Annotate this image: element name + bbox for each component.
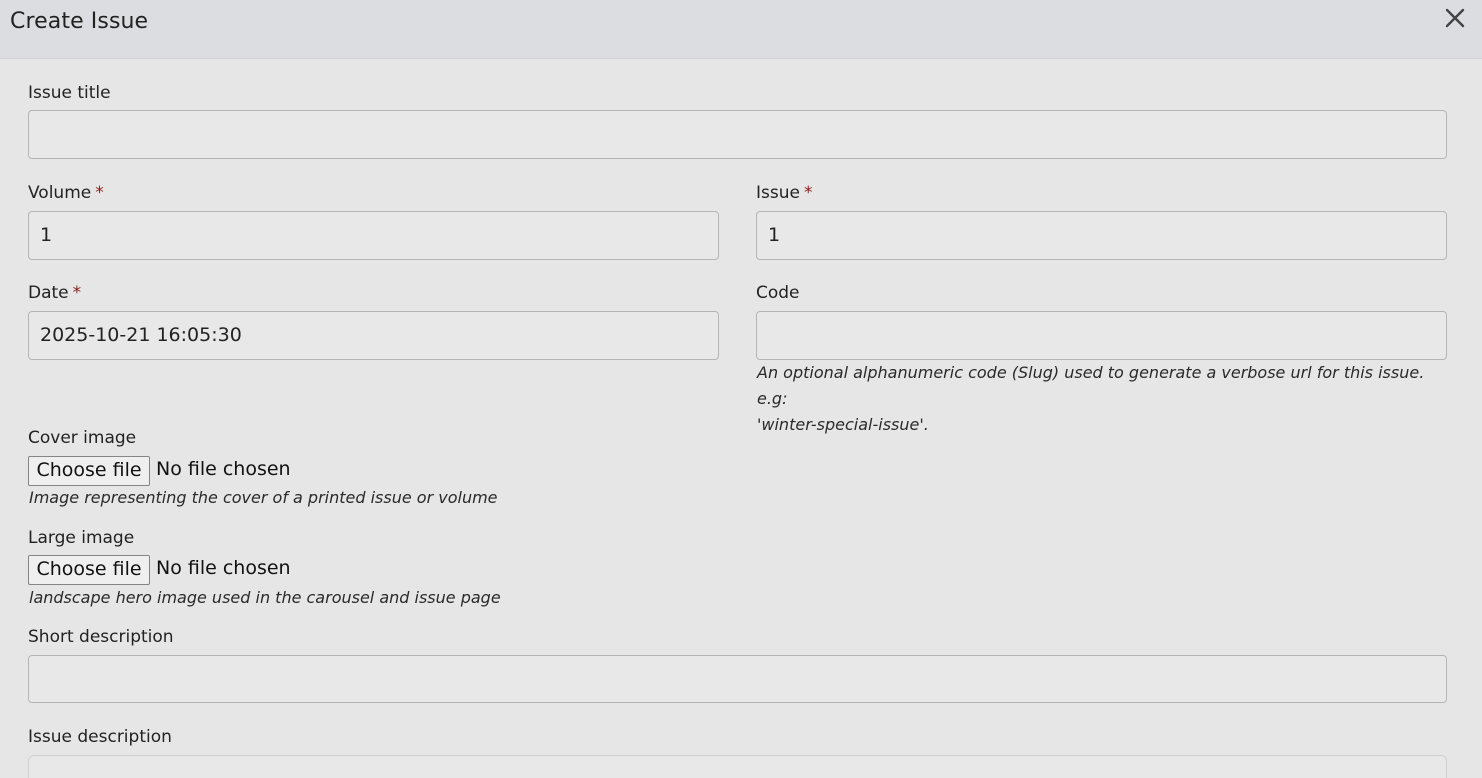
modal-header: Create Issue: [0, 0, 1482, 59]
cover-image-help-text: Image representing the cover of a printe…: [29, 488, 498, 507]
code-label: Code: [756, 283, 800, 303]
required-mark: *: [95, 183, 104, 203]
issue-title-label: Issue title: [28, 83, 111, 103]
cover-image-file-status: No file chosen: [156, 458, 291, 480]
code-label-text: Code: [756, 283, 800, 303]
required-mark: *: [72, 283, 82, 303]
close-icon: [1445, 8, 1465, 28]
large-image-label-text: Large image: [28, 528, 135, 548]
issue-label: Issue *: [756, 183, 812, 203]
large-image-file-status: No file chosen: [156, 557, 291, 579]
volume-label-text: Volume: [28, 183, 92, 203]
short-description-label: Short description: [28, 627, 174, 647]
close-button[interactable]: [1440, 4, 1470, 32]
required-mark: *: [803, 183, 813, 203]
issue-description-editor[interactable]: [28, 755, 1447, 778]
volume-input[interactable]: 1: [28, 211, 719, 260]
large-image-choose-file-button[interactable]: Choose file: [28, 555, 150, 585]
cover-image-label-text: Cover image: [28, 428, 137, 448]
issue-title-label-text: Issue title: [28, 83, 111, 103]
date-label-text: Date: [28, 283, 69, 303]
large-image-help-text: landscape hero image used in the carouse…: [29, 588, 501, 607]
issue-title-input[interactable]: [28, 110, 1447, 159]
cover-image-choose-file-button[interactable]: Choose file: [28, 456, 150, 486]
cover-image-label: Cover image: [28, 428, 136, 448]
code-help-line-1: An optional alphanumeric code (Slug) use…: [757, 363, 1425, 408]
issue-description-label: Issue description: [28, 727, 172, 747]
issue-number-input[interactable]: 1: [756, 211, 1447, 260]
date-label: Date *: [28, 283, 81, 303]
modal-title: Create Issue: [10, 9, 149, 34]
code-help-line-2: 'winter-special-issue'.: [757, 415, 929, 434]
short-description-label-text: Short description: [28, 627, 174, 647]
issue-label-text: Issue: [756, 183, 800, 203]
large-image-label: Large image: [28, 528, 134, 548]
volume-label: Volume *: [28, 183, 104, 203]
short-description-input[interactable]: [28, 655, 1447, 703]
code-input[interactable]: [756, 311, 1447, 360]
issue-description-label-text: Issue description: [28, 727, 172, 747]
date-input[interactable]: 2025-10-21 16:05:30: [28, 311, 719, 360]
code-help-text: An optional alphanumeric code (Slug) use…: [757, 360, 1447, 438]
